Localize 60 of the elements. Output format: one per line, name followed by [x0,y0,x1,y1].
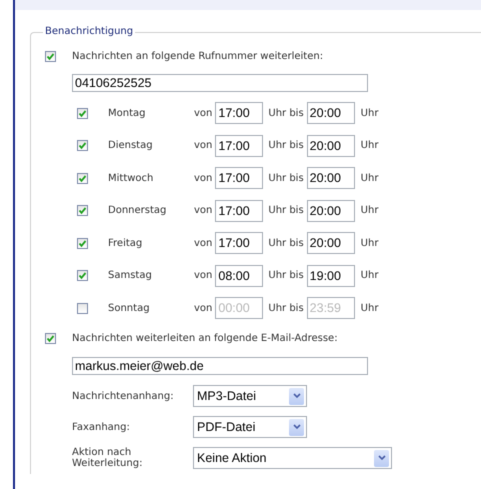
input-field[interactable]: 17:00 [215,232,264,254]
section-legend: Benachrichtigung [43,25,136,39]
input-field[interactable]: 20:00 [306,102,355,124]
field-label: von [194,302,212,314]
day-label: Donnerstag [108,205,168,216]
field-label: von [194,108,212,119]
field-label: Uhr bis [268,302,304,314]
day-label: Montag [108,108,146,119]
input-field[interactable]: 20:00 [306,134,355,157]
field-label: Uhr bis [268,172,304,184]
checkbox[interactable] [77,205,88,216]
input-field[interactable]: 20:00 [306,232,355,254]
input-field[interactable]: 17:00 [215,167,264,190]
input-field[interactable]: 20:00 [306,200,355,222]
field-label: Uhr bis [268,238,304,249]
checkbox-label: Nachrichten an folgende Rufnummer weiterleiten: [72,50,324,62]
input-field[interactable]: 08:00 [215,264,264,287]
input-field[interactable]: 17:00 [215,200,264,222]
field-label: Uhr [360,302,378,314]
day-label: Dienstag [108,140,154,152]
field-label: Uhr [360,172,378,184]
dropdown[interactable]: MP3-Datei [193,385,307,407]
field-label: von [194,270,212,282]
input-field[interactable]: markus.meier@web.de [72,356,368,374]
field-label: von [194,238,212,249]
checkbox-label: Nachrichten weiterleiten an folgende E-Mail-Adresse: [72,333,338,344]
checkbox[interactable] [77,140,88,152]
field-label: Nachrichtenanhang: [72,390,175,402]
day-label: Samstag [108,270,153,282]
checkbox[interactable] [77,302,88,314]
checkbox[interactable] [77,238,88,249]
input-field[interactable]: 20:00 [306,167,355,190]
field-label: Faxanhang: [72,422,131,432]
field-label: Uhr bis [268,270,304,282]
field-label: Uhr [360,140,378,152]
dropdown[interactable]: PDF-Datei [193,416,307,438]
field-label: Uhr [360,108,378,119]
field-label: Uhr [360,270,378,282]
field-label: Aktion nach Weiterleitung: [72,447,144,469]
field-label: von [194,205,212,216]
day-label: Freitag [108,238,144,249]
field-label: von [194,140,212,152]
day-label: Sonntag [108,302,151,314]
field-label: Uhr bis [268,205,304,216]
input-field[interactable]: 17:00 [215,102,264,124]
input-field[interactable]: 17:00 [215,134,264,157]
checkbox[interactable] [77,172,88,184]
field-label: Uhr bis [268,108,304,119]
input-field[interactable]: 04106252525 [72,74,368,92]
checkbox[interactable] [77,108,88,119]
checkbox[interactable] [77,270,88,282]
field-label: von [194,172,212,184]
input-field[interactable]: 19:00 [306,264,355,287]
checkbox[interactable] [45,50,56,62]
field-label: Uhr [360,205,378,216]
checkbox[interactable] [45,333,56,344]
field-label: Uhr bis [268,140,304,152]
field-label: Uhr [360,238,378,249]
day-label: Mittwoch [108,172,154,184]
dropdown[interactable]: Keine Aktion [193,447,392,469]
